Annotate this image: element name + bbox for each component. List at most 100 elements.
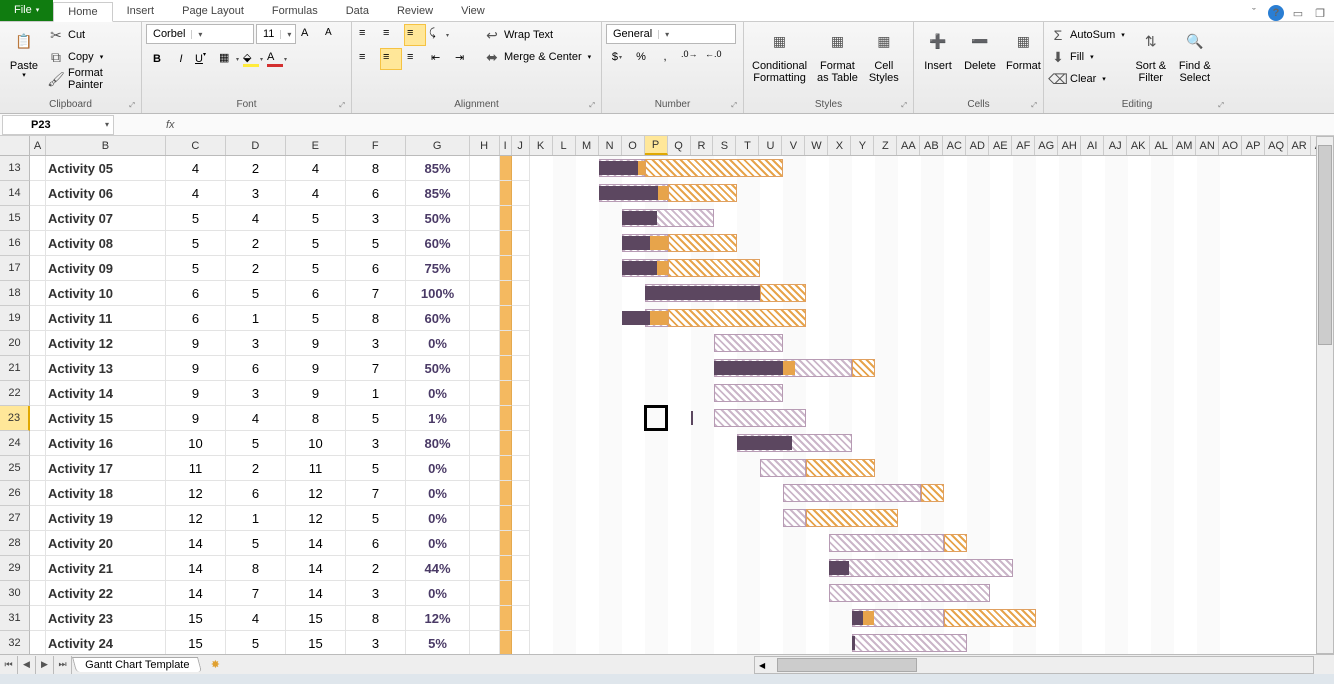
increase-indent-button[interactable]: ⇥: [452, 48, 474, 70]
cell[interactable]: [30, 481, 46, 506]
col-header-AJ[interactable]: AJ: [1104, 136, 1127, 155]
tab-formulas[interactable]: Formulas: [258, 1, 332, 21]
spreadsheet-grid[interactable]: ABCDEFGHIJKLMNOPQRSTUVWXYZAAABACADAEAFAG…: [0, 136, 1334, 656]
cell[interactable]: Activity 13: [46, 356, 166, 381]
tab-data[interactable]: Data: [332, 1, 383, 21]
cell[interactable]: Activity 22: [46, 581, 166, 606]
cell[interactable]: 14: [166, 531, 226, 556]
cell[interactable]: 0%: [406, 506, 470, 531]
cell[interactable]: [500, 156, 512, 181]
orientation-button[interactable]: ⤹: [428, 24, 450, 46]
cell[interactable]: 4: [226, 606, 286, 631]
cell[interactable]: Activity 19: [46, 506, 166, 531]
cell[interactable]: [30, 306, 46, 331]
cell[interactable]: 6: [346, 181, 406, 206]
cell[interactable]: 5: [286, 306, 346, 331]
row-headers[interactable]: 1314151617181920212223242526272829303132: [0, 156, 30, 656]
tab-file[interactable]: File: [0, 0, 53, 21]
find-select-button[interactable]: 🔍Find & Select: [1175, 24, 1215, 90]
window-minimize-icon[interactable]: ▭: [1290, 5, 1306, 21]
cell[interactable]: 5: [346, 406, 406, 431]
cell[interactable]: 11: [166, 456, 226, 481]
cell[interactable]: [512, 431, 530, 456]
align-left-button[interactable]: ≡: [356, 48, 378, 70]
cell[interactable]: Activity 17: [46, 456, 166, 481]
cell[interactable]: [30, 581, 46, 606]
cell[interactable]: 3: [346, 331, 406, 356]
cell[interactable]: 12: [166, 506, 226, 531]
cell[interactable]: 15: [286, 606, 346, 631]
cell[interactable]: Activity 24: [46, 631, 166, 656]
cell[interactable]: 1%: [406, 406, 470, 431]
cell[interactable]: 6: [166, 306, 226, 331]
col-header-AQ[interactable]: AQ: [1265, 136, 1288, 155]
cell[interactable]: 1: [226, 306, 286, 331]
cell[interactable]: 2: [226, 456, 286, 481]
fill-button[interactable]: ⬇Fill▾: [1048, 46, 1127, 68]
cell[interactable]: [30, 556, 46, 581]
cell[interactable]: 60%: [406, 306, 470, 331]
cell[interactable]: 10: [166, 431, 226, 456]
cell[interactable]: [470, 231, 500, 256]
cell[interactable]: 0%: [406, 481, 470, 506]
col-header-Q[interactable]: Q: [668, 136, 691, 155]
cell[interactable]: [470, 481, 500, 506]
percent-button[interactable]: %: [630, 46, 652, 68]
cell[interactable]: Activity 15: [46, 406, 166, 431]
cell[interactable]: [470, 581, 500, 606]
cell[interactable]: 85%: [406, 156, 470, 181]
col-header-S[interactable]: S: [713, 136, 736, 155]
cell[interactable]: 5: [346, 506, 406, 531]
italic-button[interactable]: I: [170, 48, 192, 70]
window-restore-icon[interactable]: ❐: [1312, 5, 1328, 21]
col-header-U[interactable]: U: [759, 136, 782, 155]
cell[interactable]: [30, 406, 46, 431]
col-header-C[interactable]: C: [166, 136, 226, 155]
cell[interactable]: 3: [226, 381, 286, 406]
vertical-scrollbar[interactable]: [1316, 136, 1334, 654]
cell[interactable]: [470, 356, 500, 381]
cell[interactable]: [500, 631, 512, 656]
cell[interactable]: 3: [226, 181, 286, 206]
align-center-button[interactable]: ≡: [380, 48, 402, 70]
cell[interactable]: [470, 181, 500, 206]
cell[interactable]: 5: [226, 631, 286, 656]
name-box[interactable]: P23: [2, 115, 114, 135]
bold-button[interactable]: B: [146, 48, 168, 70]
cell[interactable]: 3: [346, 206, 406, 231]
cell[interactable]: [500, 306, 512, 331]
shrink-font-button[interactable]: A: [322, 24, 344, 46]
cell[interactable]: [512, 231, 530, 256]
cell[interactable]: 3: [346, 631, 406, 656]
cell[interactable]: 5: [286, 231, 346, 256]
row-header-24[interactable]: 24: [0, 431, 30, 456]
cell[interactable]: 9: [166, 356, 226, 381]
cell[interactable]: 8: [346, 156, 406, 181]
col-header-AF[interactable]: AF: [1012, 136, 1035, 155]
cell[interactable]: Activity 07: [46, 206, 166, 231]
cell[interactable]: 50%: [406, 206, 470, 231]
cell[interactable]: 5: [286, 206, 346, 231]
cell[interactable]: [512, 556, 530, 581]
cell[interactable]: 7: [346, 481, 406, 506]
increase-decimal-button[interactable]: .0→: [678, 46, 700, 68]
col-header-O[interactable]: O: [622, 136, 645, 155]
col-header-N[interactable]: N: [599, 136, 622, 155]
cell[interactable]: [512, 456, 530, 481]
cell[interactable]: 9: [166, 331, 226, 356]
autosum-button[interactable]: ΣAutoSum▾: [1048, 24, 1127, 46]
paste-button[interactable]: 📋 Paste▾: [4, 24, 44, 82]
cell[interactable]: Activity 12: [46, 331, 166, 356]
cell[interactable]: 4: [286, 156, 346, 181]
cell[interactable]: [512, 331, 530, 356]
cell[interactable]: [512, 306, 530, 331]
cell[interactable]: 5: [286, 256, 346, 281]
cell[interactable]: [512, 356, 530, 381]
cell[interactable]: [512, 156, 530, 181]
cell[interactable]: 14: [286, 581, 346, 606]
cell[interactable]: [512, 581, 530, 606]
col-header-AH[interactable]: AH: [1058, 136, 1081, 155]
cell[interactable]: [470, 606, 500, 631]
col-header-AM[interactable]: AM: [1173, 136, 1196, 155]
cell[interactable]: Activity 14: [46, 381, 166, 406]
